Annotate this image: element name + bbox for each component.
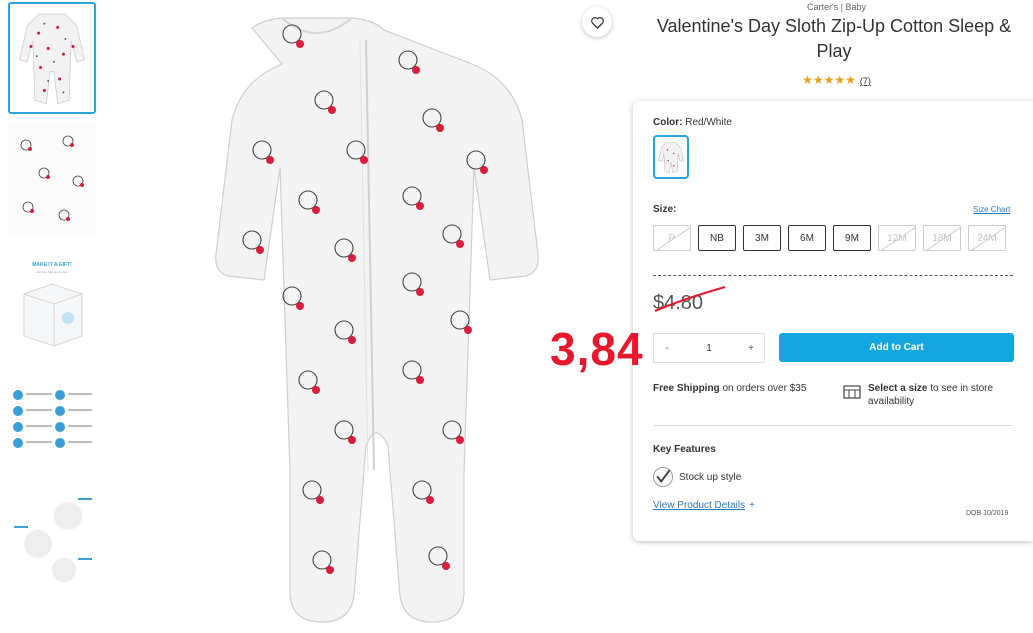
rating[interactable]: ★★★★★ (7) (640, 73, 1033, 87)
size-label: Size: (653, 204, 676, 215)
store-availability[interactable]: Select a size to see in store availabili… (868, 382, 1018, 408)
store-icon (843, 385, 861, 399)
add-to-cart-button[interactable]: Add to Cart (779, 333, 1014, 362)
quantity-value[interactable]: 1 (680, 343, 738, 354)
thumbnail-front[interactable] (8, 2, 96, 114)
main-product-image (112, 0, 620, 633)
size-option-nb[interactable]: NB (698, 225, 736, 251)
size-option-6m[interactable]: 6M (788, 225, 826, 251)
price-divider (653, 275, 1013, 276)
thumbnail-print-detail[interactable] (8, 123, 96, 235)
section-divider (653, 425, 1013, 426)
view-product-details-link[interactable]: View Product Details + (653, 500, 755, 511)
key-features-heading: Key Features (653, 444, 716, 455)
expand-icon[interactable]: + (749, 500, 755, 511)
price-strikethrough (654, 285, 726, 313)
size-option-9m[interactable]: 9M (833, 225, 871, 251)
color-swatch[interactable] (653, 135, 689, 179)
quantity-decrease-button[interactable]: - (654, 343, 680, 354)
style-code: DOB 10/2019 (966, 510, 1009, 517)
star-rating: ★★★★★ (802, 73, 856, 87)
size-option-p[interactable]: P (653, 225, 691, 251)
brand-breadcrumb[interactable]: Carter's | Baby (640, 2, 1033, 12)
shipping-info: Free Shipping on orders over $35 (653, 382, 823, 395)
size-option-24m[interactable]: 24M (968, 225, 1006, 251)
thumbnail-features[interactable] (8, 486, 96, 598)
view-details-text[interactable]: View Product Details (653, 500, 745, 511)
size-option-12m[interactable]: 12M (878, 225, 916, 251)
quantity-stepper[interactable]: - 1 + (653, 333, 765, 363)
check-icon (653, 467, 673, 487)
product-title: Valentine's Day Sloth Zip-Up Cotton Slee… (656, 16, 1012, 61)
key-feature-item: Stock up style (679, 472, 742, 483)
shipping-rest: on orders over $35 (719, 383, 807, 394)
size-label-text: Size: (653, 204, 677, 215)
color-value: Red/White (685, 117, 732, 128)
shipping-bold: Free Shipping (653, 383, 720, 394)
size-chart-link[interactable]: Size Chart (973, 205, 1010, 214)
thumbnail-gift-box[interactable]: MAKE IT A GIFT! with our free bunny box (8, 244, 96, 356)
quantity-increase-button[interactable]: + (738, 343, 764, 354)
overlay-sale-price: 3,84 (550, 323, 644, 375)
heart-icon (590, 16, 604, 29)
store-bold: Select a size (868, 383, 928, 394)
purchase-panel: Color: Red/White Size: Size Chart P NB 3… (633, 101, 1033, 541)
review-count-link[interactable]: (7) (860, 76, 871, 86)
color-label: Color: Red/White (653, 117, 732, 128)
size-option-18m[interactable]: 18M (923, 225, 961, 251)
size-option-3m[interactable]: 3M (743, 225, 781, 251)
thumbnail-size-chart[interactable] (8, 365, 96, 477)
gift-title: MAKE IT A GIFT! (32, 262, 72, 268)
favorite-button[interactable] (582, 7, 612, 37)
color-label-text: Color: (653, 117, 683, 128)
gift-subtitle: with our free bunny box (36, 270, 68, 274)
